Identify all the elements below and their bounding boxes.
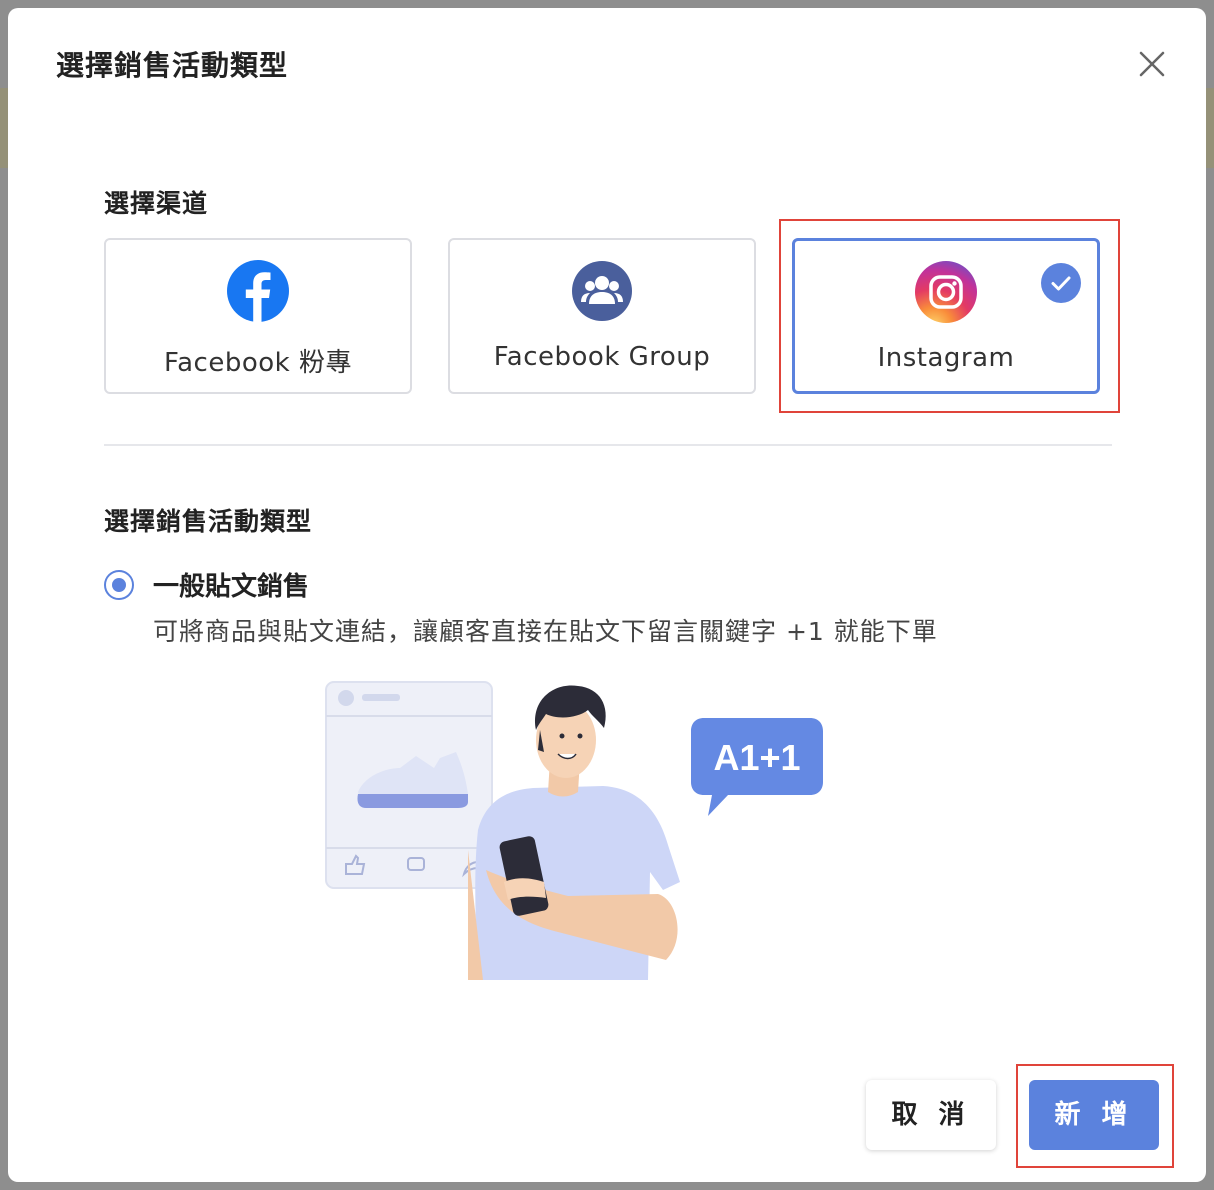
bubble-text: A1+1 (713, 737, 800, 778)
channel-section-label: 選擇渠道 (104, 189, 209, 218)
campaign-type-modal: 選擇銷售活動類型 選擇渠道 Facebook 粉專 Facebook Group (8, 8, 1206, 1182)
channel-card-facebook-page[interactable]: Facebook 粉專 (104, 238, 412, 394)
close-button[interactable] (1134, 46, 1170, 82)
section-divider (104, 444, 1112, 446)
close-icon (1139, 51, 1165, 77)
selected-check-badge (1041, 263, 1081, 303)
instagram-icon (915, 261, 977, 323)
channel-card-instagram[interactable]: Instagram (792, 238, 1100, 394)
group-icon (572, 261, 632, 321)
channel-label-facebook-group: Facebook Group (493, 342, 711, 372)
channel-card-facebook-group[interactable]: Facebook Group (448, 238, 756, 394)
channel-label-instagram: Instagram (877, 343, 1015, 373)
option-description-general-post-sale: 可將商品與貼文連結，讓顧客直接在貼文下留言關鍵字 +1 就能下單 (153, 617, 938, 646)
channel-label-facebook-page: Facebook 粉專 (164, 348, 352, 378)
check-icon (1051, 276, 1071, 291)
post-sale-illustration: A1+1 (325, 681, 823, 980)
create-button[interactable]: 新 增 (1029, 1080, 1159, 1150)
option-title-general-post-sale: 一般貼文銷售 (153, 572, 310, 602)
type-section-label: 選擇銷售活動類型 (104, 507, 313, 536)
radio-general-post-sale[interactable] (104, 570, 134, 600)
facebook-icon (227, 260, 289, 322)
modal-title: 選擇銷售活動類型 (56, 49, 289, 82)
cancel-button[interactable]: 取 消 (866, 1080, 996, 1150)
